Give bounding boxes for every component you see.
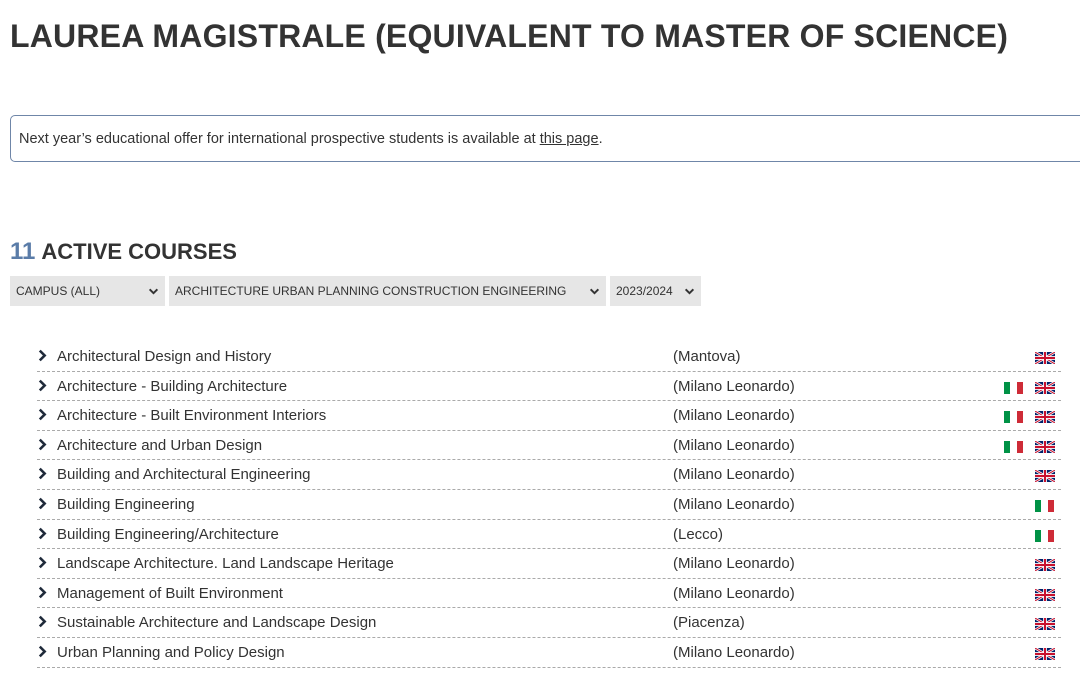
italian-flag-icon: [1004, 411, 1023, 424]
course-row[interactable]: Architecture and Urban Design (Milano Leo…: [37, 431, 1061, 461]
course-name-link[interactable]: Landscape Architecture. Land Landscape H…: [57, 555, 394, 572]
course-row[interactable]: Building Engineering/Architecture (Lecco): [37, 520, 1061, 550]
course-campus: (Piacenza): [673, 614, 745, 632]
year-filter-value: 2023/2024: [616, 284, 673, 298]
course-name-link[interactable]: Building Engineering: [57, 496, 195, 513]
course-row[interactable]: Sustainable Architecture and Landscape D…: [37, 608, 1061, 638]
active-courses-label: ACTIVE COURSES: [41, 239, 237, 264]
chevron-right-icon: [38, 527, 47, 539]
course-name-link[interactable]: Sustainable Architecture and Landscape D…: [57, 614, 376, 631]
this-page-link[interactable]: this page: [540, 131, 599, 147]
notice-box: Next year’s educational offer for intern…: [10, 115, 1080, 162]
course-name-link[interactable]: Urban Planning and Policy Design: [57, 644, 285, 661]
chevron-right-icon: [38, 349, 47, 362]
campus-filter-value: CAMPUS (ALL): [16, 284, 101, 298]
year-filter-select[interactable]: 2023/2024: [610, 276, 701, 306]
course-campus: (Milano Leonardo): [673, 495, 795, 513]
course-campus: (Milano Leonardo): [673, 466, 795, 484]
notice-text: Next year’s educational offer for intern…: [19, 130, 540, 147]
course-name-link[interactable]: Architectural Design and History: [57, 348, 271, 365]
uk-flag-icon: [1035, 618, 1055, 631]
course-name-link[interactable]: Architecture - Built Environment Interio…: [57, 407, 326, 424]
course-campus: (Lecco): [673, 525, 724, 543]
uk-flag-icon: [1035, 588, 1055, 601]
area-filter-value: ARCHITECTURE URBAN PLANNING CONSTRUCTION…: [175, 284, 567, 298]
course-row[interactable]: Urban Planning and Policy Design (Milano …: [37, 638, 1061, 668]
italian-flag-icon: [1035, 499, 1054, 512]
course-name-link[interactable]: Management of Built Environment: [57, 585, 283, 602]
chevron-right-icon: [38, 379, 47, 391]
course-row[interactable]: Building Engineering (Milano Leonardo): [37, 490, 1061, 520]
uk-flag-icon: [1035, 411, 1055, 424]
chevron-right-icon: [38, 645, 47, 658]
uk-flag-icon: [1035, 381, 1055, 394]
course-campus: (Milano Leonardo): [673, 555, 795, 573]
course-row[interactable]: Management of Built Environment (Milano L…: [37, 579, 1061, 609]
course-campus: (Milano Leonardo): [673, 643, 795, 661]
chevron-down-icon: [589, 288, 600, 295]
course-name-link[interactable]: Building and Architectural Engineering: [57, 466, 311, 483]
chevron-right-icon: [38, 438, 47, 451]
course-campus: (Milano Leonardo): [673, 407, 795, 425]
page-title: LAUREA MAGISTRALE (EQUIVALENT TO MASTER …: [10, 18, 1009, 54]
course-name-link[interactable]: Building Engineering/Architecture: [57, 526, 279, 543]
chevron-down-icon: [684, 288, 695, 295]
uk-flag-icon: [1035, 559, 1055, 572]
chevron-right-icon: [38, 556, 47, 569]
course-campus: (Milano Leonardo): [673, 377, 795, 395]
chevron-right-icon: [38, 586, 47, 599]
italian-flag-icon: [1035, 529, 1054, 542]
active-courses-heading: 11 ACTIVE COURSES: [10, 238, 237, 266]
course-row[interactable]: Architecture - Built Environment Interio…: [37, 401, 1061, 431]
course-campus: (Mantova): [673, 348, 741, 365]
uk-flag-icon: [1035, 440, 1055, 453]
course-row[interactable]: Building and Architectural Engineering (M…: [37, 460, 1061, 490]
chevron-right-icon: [38, 616, 47, 628]
area-filter-select[interactable]: ARCHITECTURE URBAN PLANNING CONSTRUCTION…: [169, 276, 606, 306]
course-row[interactable]: Architecture - Building Architecture (Mil…: [37, 372, 1061, 402]
chevron-right-icon: [38, 468, 47, 480]
notice-text-end: .: [598, 130, 603, 147]
italian-flag-icon: [1004, 440, 1023, 453]
active-courses-count: 11: [10, 238, 36, 265]
chevron-right-icon: [38, 497, 47, 510]
chevron-down-icon: [148, 288, 159, 295]
course-name-link[interactable]: Architecture - Building Architecture: [57, 378, 287, 395]
uk-flag-icon: [1035, 647, 1055, 660]
uk-flag-icon: [1035, 352, 1055, 364]
course-row[interactable]: Architectural Design and History (Mantova…: [37, 342, 1061, 372]
uk-flag-icon: [1035, 470, 1055, 483]
course-campus: (Milano Leonardo): [673, 436, 795, 454]
course-name-link[interactable]: Architecture and Urban Design: [57, 437, 262, 454]
course-campus: (Milano Leonardo): [673, 584, 795, 602]
course-row[interactable]: Landscape Architecture. Land Landscape H…: [37, 549, 1061, 579]
campus-filter-select[interactable]: CAMPUS (ALL): [10, 276, 165, 306]
chevron-right-icon: [38, 408, 47, 421]
course-list: Architectural Design and History (Mantova…: [37, 342, 1061, 668]
italian-flag-icon: [1004, 381, 1023, 394]
